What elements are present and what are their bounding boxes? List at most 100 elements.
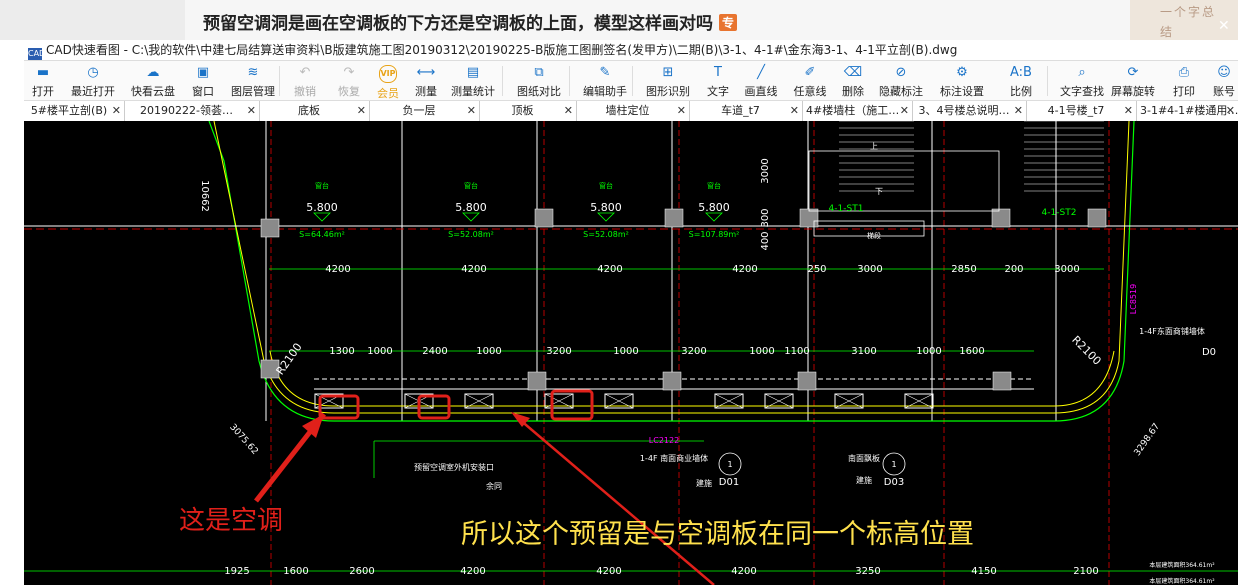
toolbar-scale-button[interactable]: A:B 比例 (999, 61, 1043, 100)
user-icon: ☺ (1217, 65, 1231, 80)
area-label: S=64.46m² (299, 230, 345, 239)
toolbar-compare-button[interactable]: ⧉ 图纸对比 (509, 61, 569, 100)
elevation-label: 窗台 (315, 181, 329, 190)
eraser-icon: ⌫ (843, 65, 863, 80)
tab-close-icon[interactable]: ✕ (1014, 101, 1023, 121)
toolbar-button-label: 会员 (377, 87, 399, 100)
tab-close-icon[interactable]: ✕ (900, 101, 909, 121)
toolbar-ruler-button[interactable]: ⟷ 测量 (409, 61, 443, 100)
toolbar-undo-button[interactable]: ↶ 撤销 (284, 61, 326, 100)
dimension-text: 1000 (613, 346, 638, 357)
document-tab[interactable]: 车道_t7 ✕ (689, 101, 803, 121)
callout-note: 建施 (696, 478, 712, 488)
toolbar-window-button[interactable]: ▣ 窗口 (184, 61, 222, 100)
structural-column (991, 208, 1011, 228)
tab-close-icon[interactable]: ✕ (677, 101, 686, 121)
tab-close-icon[interactable]: ✕ (790, 101, 799, 121)
toolbar-pen-button[interactable]: ✐ 任意线 (789, 61, 831, 100)
document-tab[interactable]: 20190222-领荟… ✕ (124, 101, 260, 121)
toolbar-stats-button[interactable]: ▤ 测量统计 (444, 61, 502, 100)
toolbar-button-label: 文字查找 (1060, 85, 1104, 98)
document-tab[interactable]: 4-1号楼_t7 ✕ (1026, 101, 1137, 121)
dimension-text: 2600 (349, 566, 374, 577)
structural-column (1087, 208, 1107, 228)
tab-close-icon[interactable]: ✕ (112, 101, 121, 121)
dimension-text: 1600 (283, 566, 308, 577)
dimension-text: 3000 (760, 158, 771, 183)
toolbar-cloud-button[interactable]: ☁ 快看云盘 (124, 61, 182, 100)
structural-column (662, 371, 682, 391)
layers-icon: ≋ (247, 65, 259, 80)
main-toolbar: ▬ 打开 ◷ 最近打开 ☁ 快看云盘 ▣ 窗口 ≋ 图层管理 ↶ 撤销 ↷ 恢复 VIP 会员 ⟷ 测量 ▤ 测量统计… (24, 61, 1238, 101)
dimension-text: 4200 (461, 264, 486, 275)
dimension-text: 2400 (422, 346, 447, 357)
toolbar-redo-button[interactable]: ↷ 恢复 (329, 61, 369, 100)
tab-close-icon[interactable]: ✕ (467, 101, 476, 121)
window-icon: ▣ (196, 65, 210, 80)
ac-opening-note: 预留空调室外机安装口 (414, 462, 494, 472)
post-left-strip (0, 40, 24, 585)
stair-enclosure (808, 150, 1000, 212)
toolbar-layers-button[interactable]: ≋ 图层管理 (224, 61, 282, 100)
toolbar-button-label: 最近打开 (71, 85, 115, 98)
toolbar-folder-button[interactable]: ▬ 打开 (24, 61, 62, 100)
dimension-text: 1100 (784, 346, 809, 357)
toolbar-hide-button[interactable]: ⊘ 隐藏标注 (874, 61, 928, 100)
toolbar-print-button[interactable]: ⎙ 打印 (1164, 61, 1204, 100)
recognize-icon: ⊞ (662, 65, 674, 80)
toolbar-text-button[interactable]: T 文字 (699, 61, 737, 100)
toolbar-edit-assistant-button[interactable]: ✎ 编辑助手 (574, 61, 636, 100)
structural-column (527, 371, 547, 391)
toolbar-button-label: 画直线 (744, 85, 778, 98)
stair-label: 4-1-ST1 (829, 204, 864, 214)
document-tab[interactable]: 4#楼墙柱（施工… ✕ (802, 101, 913, 121)
toolbar-vip-button[interactable]: VIP 会员 (369, 61, 407, 100)
document-tab-label: 5#楼平立剖(B) (30, 104, 108, 117)
toolbar-search-button[interactable]: ⌕ 文字查找 (1054, 61, 1110, 100)
toolbar-button-label: 打开 (32, 85, 54, 98)
document-tab[interactable]: 顶板 ✕ (479, 101, 577, 121)
toolbar-separator (1047, 66, 1048, 96)
dimension-text: 1925 (224, 566, 249, 577)
document-tab[interactable]: 负一层 ✕ (369, 101, 480, 121)
dimension-text: 3000 (857, 264, 882, 275)
tab-close-icon[interactable]: ✕ (357, 101, 366, 121)
toolbar-eraser-button[interactable]: ⌫ 删除 (834, 61, 872, 100)
tab-close-icon[interactable]: ✕ (564, 101, 573, 121)
structural-column (797, 371, 817, 391)
dimension-text: 4200 (597, 264, 622, 275)
ruler-icon: ⟷ (416, 65, 436, 80)
tab-close-icon[interactable]: ✕ (1124, 101, 1133, 121)
close-icon[interactable]: ✕ (1218, 18, 1230, 34)
window-tag: LC8519 (1129, 284, 1138, 314)
structural-column (534, 208, 554, 228)
toolbar-settings-button[interactable]: ⚙ 标注设置 (929, 61, 995, 100)
toolbar-rotate-button[interactable]: ⟳ 屏幕旋转 (1104, 61, 1162, 100)
elevation-marker (462, 212, 480, 222)
toolbar-button-label: 恢复 (338, 85, 360, 98)
undo-icon: ↶ (299, 65, 311, 80)
toolbar-recognize-button[interactable]: ⊞ 图形识别 (639, 61, 697, 100)
document-tab-label: 3-1#4-1#楼通用… (1140, 104, 1238, 117)
window-titlebar: CADCAD快速看图 - C:\我的软件\中建七局结算送审资料\B版建筑施工图2… (24, 40, 1238, 61)
document-tab[interactable]: 底板 ✕ (259, 101, 370, 121)
dimension-text: 10662 (199, 180, 210, 212)
tab-close-icon[interactable]: ✕ (247, 101, 256, 121)
document-tab[interactable]: 3、4号楼总说明… ✕ (912, 101, 1027, 121)
post-title-text: 预留空调洞是画在空调板的下方还是空调板的上面，模型这样画对吗 (203, 14, 713, 34)
toolbar-clock-button[interactable]: ◷ 最近打开 (64, 61, 122, 100)
search-icon: ⌕ (1078, 65, 1086, 80)
document-tab[interactable]: 3-1#4-1#楼通用… ✕ (1136, 101, 1238, 121)
document-tab[interactable]: 5#楼平立剖(B) ✕ (24, 101, 125, 121)
cad-drawing-canvas[interactable]: 窗台 5.800 S=64.46m² 窗台 5.800 S=52.08m² 窗台 5.800 S… (24, 121, 1238, 585)
dimension-text: 3075.62 (227, 422, 259, 456)
dimension-text: 2100 (1073, 566, 1098, 577)
text-icon: T (714, 65, 722, 80)
cad-drawing: 窗台 5.800 S=64.46m² 窗台 5.800 S=52.08m² 窗台 5.800 S… (24, 121, 1238, 585)
toolbar-user-button[interactable]: ☺ 账号 (1209, 61, 1238, 100)
document-tab[interactable]: 墙柱定位 ✕ (576, 101, 690, 121)
toolbar-line-button[interactable]: ╱ 画直线 (739, 61, 783, 100)
tab-close-icon[interactable]: ✕ (1226, 101, 1235, 121)
document-tab-label: 底板 (298, 104, 320, 117)
scale-icon: A:B (1010, 65, 1032, 80)
